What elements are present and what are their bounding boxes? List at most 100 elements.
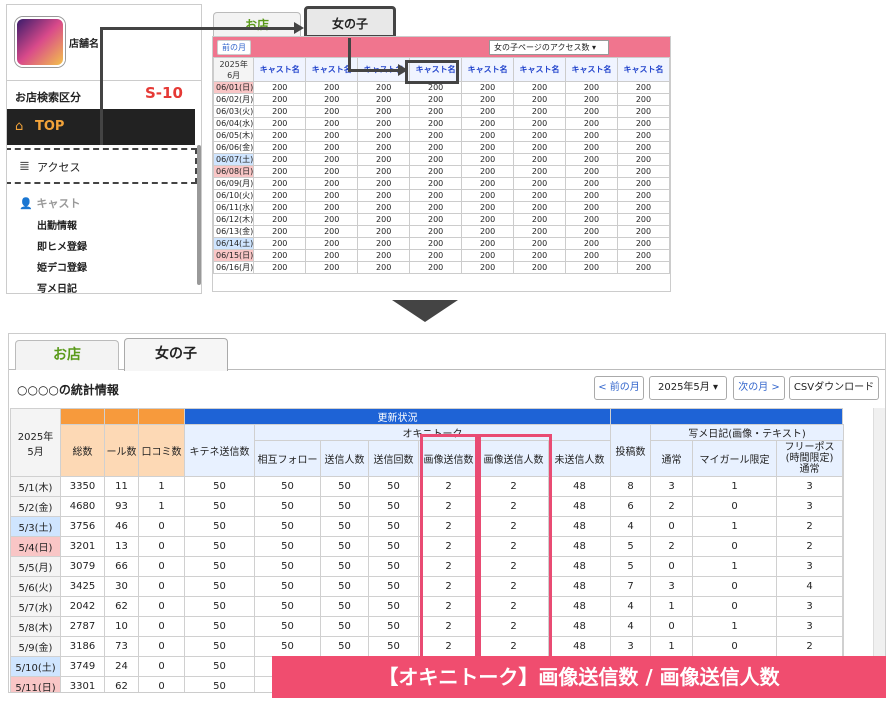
value-cell: 3: [776, 616, 843, 637]
value-cell: 0: [138, 676, 185, 692]
next-month-button[interactable]: 次の月 >: [733, 376, 785, 400]
date-cell: 5/3(土): [10, 516, 61, 537]
cast-name-header[interactable]: キャスト名: [253, 57, 307, 82]
unsent-header: 未送信人数: [548, 440, 611, 477]
cast-name-header[interactable]: キャスト名: [461, 57, 515, 82]
value-cell: 0: [650, 516, 693, 537]
tab-girls[interactable]: 女の子: [304, 6, 396, 38]
value-cell: 0: [692, 576, 777, 597]
value-cell: 0: [650, 556, 693, 577]
scrollbar[interactable]: [197, 145, 201, 285]
value-cell: 50: [320, 596, 369, 617]
table-row: 06/11(水) 200 200 200 200 200 200 200 200: [213, 201, 670, 214]
value-cell: 50: [184, 536, 255, 557]
mygirl-header: マイガール限定: [692, 440, 777, 477]
value-cell: 50: [184, 676, 255, 692]
value-cell: 200: [461, 141, 515, 154]
sidebar-item-instant[interactable]: 即ヒメ登録: [37, 238, 87, 253]
value-cell: 200: [305, 105, 359, 118]
value-cell: 200: [253, 177, 307, 190]
value-cell: 2: [650, 536, 693, 557]
cast-name-header[interactable]: キャスト名: [616, 57, 670, 82]
table-row: 06/07(土) 200 200 200 200 200 200 200 200: [213, 153, 670, 166]
value-cell: 200: [513, 105, 567, 118]
value-cell: 3: [776, 476, 843, 497]
value-cell: 200: [565, 141, 618, 154]
date-cell: 5/4(日): [10, 536, 61, 557]
date-cell: 06/11(水): [213, 201, 255, 214]
shop-name: 店舗名: [69, 39, 99, 50]
tab-shop[interactable]: お店: [15, 340, 119, 370]
cast-name-header[interactable]: キャスト名: [565, 57, 618, 82]
value-cell: 200: [409, 153, 463, 166]
value-cell: 200: [565, 201, 618, 214]
sidebar: 店舗名 お店検索区分 S-10 ⌂ TOP ≣ アクセス 👤 キャスト 出勤情報…: [6, 4, 202, 294]
value-cell: 50: [368, 596, 419, 617]
date-cell: 06/09(月): [213, 177, 255, 190]
date-cell: 06/16(月): [213, 261, 255, 274]
value-cell: 200: [513, 165, 567, 178]
scrollbar[interactable]: [873, 408, 885, 658]
csv-download-button[interactable]: CSVダウンロード: [789, 376, 879, 400]
value-cell: 3186: [60, 636, 105, 657]
value-cell: 48: [548, 516, 611, 537]
table-row: 06/04(水) 200 200 200 200 200 200 200 200: [213, 117, 670, 130]
date-cell: 06/04(水): [213, 117, 255, 130]
page-select[interactable]: 女の子ページのアクセス数 ▾: [489, 40, 609, 55]
value-cell: 1: [138, 476, 185, 497]
value-cell: 0: [138, 616, 185, 637]
value-cell: 6: [610, 496, 651, 517]
sidebar-item-access[interactable]: ≣ アクセス: [7, 148, 197, 184]
sidebar-item-diary[interactable]: 写メ日記: [37, 280, 77, 293]
value-cell: 200: [305, 177, 359, 190]
value-cell: 200: [565, 117, 618, 130]
normal-header: 通常: [650, 440, 693, 477]
table-row: 06/15(日) 200 200 200 200 200 200 200 200: [213, 249, 670, 262]
date-cell: 06/12(木): [213, 213, 255, 226]
value-cell: 3350: [60, 476, 105, 497]
date-cell: 06/13(金): [213, 225, 255, 238]
value-cell: 200: [616, 249, 670, 262]
value-cell: 200: [253, 261, 307, 274]
month-select[interactable]: 2025年5月 ▾: [649, 376, 727, 400]
value-cell: 13: [104, 536, 139, 557]
value-cell: 200: [253, 213, 307, 226]
arrow-head: [294, 22, 304, 34]
select-value: 女の子ページのアクセス数: [494, 43, 590, 52]
value-cell: 50: [254, 596, 321, 617]
prev-month-button[interactable]: < 前の月: [594, 376, 644, 400]
value-cell: 0: [138, 536, 185, 557]
prev-month-button[interactable]: 前の月: [217, 40, 251, 55]
caption-banner: 【オキニトーク】画像送信数 / 画像送信人数: [272, 656, 886, 698]
value-cell: 24: [104, 656, 139, 677]
sidebar-item-deco[interactable]: 姫デコ登録: [37, 259, 87, 274]
value-cell: 200: [513, 189, 567, 202]
value-cell: 200: [461, 117, 515, 130]
review-header: 口コミ数: [138, 424, 185, 477]
value-cell: 200: [513, 141, 567, 154]
table-row: 06/08(日) 200 200 200 200 200 200 200 200: [213, 165, 670, 178]
cast-name-header[interactable]: キャスト名: [513, 57, 567, 82]
value-cell: 50: [254, 636, 321, 657]
tab-girls[interactable]: 女の子: [124, 338, 228, 371]
value-cell: 200: [305, 81, 359, 94]
sidebar-item-attendance[interactable]: 出勤情報: [37, 217, 77, 232]
value-cell: 200: [461, 153, 515, 166]
value-cell: 200: [409, 189, 463, 202]
group-diary-header: 写メ日記(画像・テキスト): [650, 424, 844, 441]
date-cell: 5/10(土): [10, 656, 61, 677]
date-cell: 06/05(木): [213, 129, 255, 142]
value-cell: 200: [253, 129, 307, 142]
value-cell: 200: [357, 225, 411, 238]
tab-shop[interactable]: お店: [213, 12, 301, 38]
value-cell: 200: [565, 93, 618, 106]
value-cell: 200: [409, 93, 463, 106]
year-month-header: 2025年 6月: [213, 57, 255, 82]
value-cell: 0: [138, 636, 185, 657]
value-cell: 200: [253, 225, 307, 238]
chevron-down-icon: ▾: [712, 382, 719, 393]
value-cell: 200: [616, 201, 670, 214]
value-cell: 200: [357, 189, 411, 202]
value-cell: 200: [357, 261, 411, 274]
value-cell: 50: [320, 576, 369, 597]
